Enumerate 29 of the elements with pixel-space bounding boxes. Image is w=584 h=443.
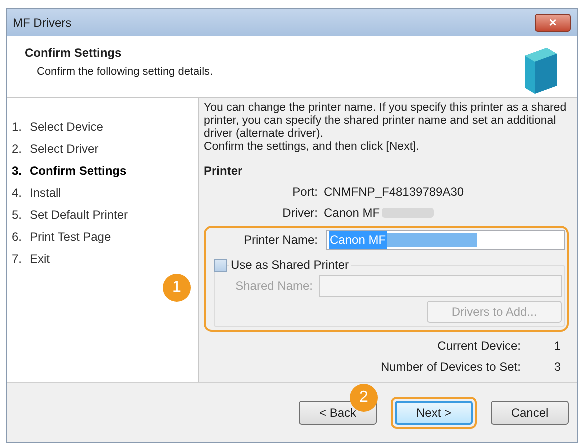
header-subtitle: Confirm the following setting details. xyxy=(37,65,214,80)
step-item: 7. Exit xyxy=(12,251,52,268)
instruction-text: You can change the printer name. If you specify this printer as a shared printer, you can specify the shared printer name and set an additional driver (alternate driver). xyxy=(204,102,568,141)
window-title: MF Drivers xyxy=(13,14,72,32)
step-item: 6. Print Test Page xyxy=(12,229,112,246)
step-item: 5. Set Default Printer xyxy=(12,207,130,224)
printer-heading: Printer xyxy=(204,163,244,180)
port-label: Port: xyxy=(292,184,319,201)
header-title: Confirm Settings xyxy=(25,45,123,62)
driver-label: Driver: xyxy=(282,205,319,222)
driver-value: Canon MF xyxy=(324,205,380,222)
step-item: 2. Select Driver xyxy=(12,141,100,158)
step-item: 1. Select Device xyxy=(12,119,104,136)
step-item: 4. Install xyxy=(12,185,62,202)
blurred-text xyxy=(382,208,434,218)
dialog-button[interactable]: Next > xyxy=(395,400,473,424)
count-label: Number of Devices to Set: xyxy=(380,359,521,376)
shared-name-label: Shared Name: xyxy=(234,278,314,295)
instruction-text: Confirm the settings, and then click [Next]. xyxy=(204,141,420,154)
port-value: CNMFNP_F48139789A30 xyxy=(324,184,464,201)
share-label: Use as Shared Printer xyxy=(229,258,352,272)
selected-text: Canon MF xyxy=(329,231,388,249)
step-item: 3. Confirm Settings xyxy=(12,163,128,180)
count-value: 1 xyxy=(553,338,561,355)
count-value: 3 xyxy=(553,359,561,376)
share-checkbox[interactable] xyxy=(214,258,227,272)
count-label: Current Device: xyxy=(438,338,521,355)
printer-name-label: Printer Name: xyxy=(242,232,319,249)
dialog-button[interactable]: Cancel xyxy=(491,400,569,424)
